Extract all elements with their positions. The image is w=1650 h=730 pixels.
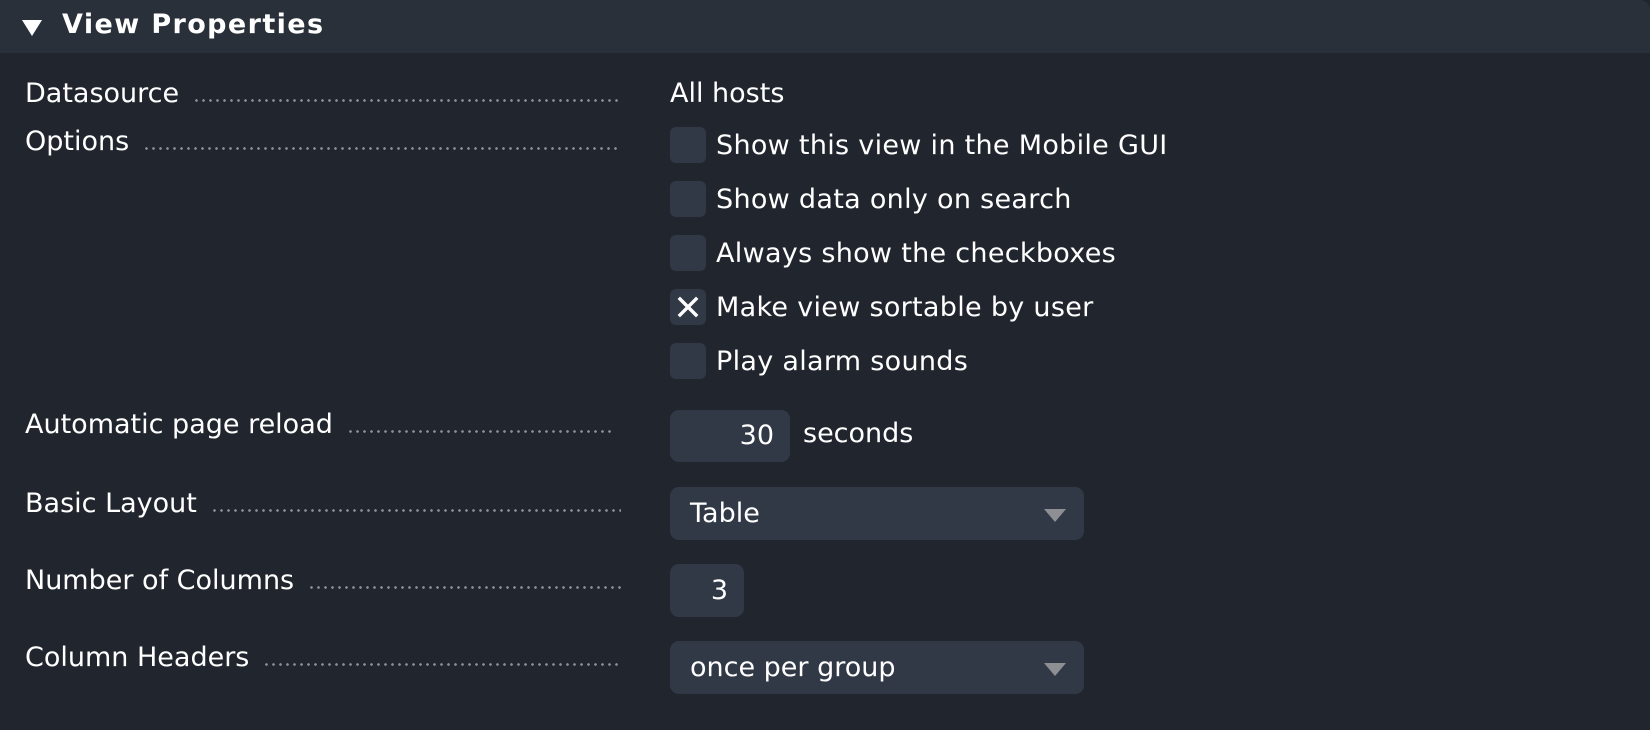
checkbox-box[interactable] — [670, 127, 706, 163]
view-properties-panel: View Properties Datasource All hosts Opt… — [0, 0, 1650, 730]
column-headers-label-row: Column Headers — [25, 642, 621, 673]
checkbox-mobile-gui[interactable]: Show this view in the Mobile GUI — [670, 127, 1168, 163]
triangle-down-icon[interactable] — [22, 20, 42, 36]
reload-label: Automatic page reload — [25, 409, 333, 440]
checkbox-data-on-search[interactable]: Show data only on search — [670, 181, 1072, 217]
datasource-label: Datasource — [25, 78, 180, 109]
reload-seconds-input[interactable]: 30 — [670, 410, 790, 462]
section-title: View Properties — [62, 9, 325, 40]
number-of-columns-input[interactable]: 3 — [670, 564, 744, 617]
reload-label-row: Automatic page reload — [25, 409, 615, 440]
dropdown-arrow-icon — [1044, 663, 1066, 676]
columns-label: Number of Columns — [25, 565, 295, 596]
checkbox-label: Show this view in the Mobile GUI — [716, 129, 1168, 161]
column-headers-select[interactable]: once per group — [670, 641, 1084, 694]
dropdown-arrow-icon — [1044, 509, 1066, 522]
checkbox-box[interactable] — [670, 289, 706, 325]
checkbox-sortable-by-user[interactable]: Make view sortable by user — [670, 289, 1094, 325]
checkbox-label: Make view sortable by user — [716, 291, 1094, 323]
dotted-leader — [193, 99, 621, 102]
checkbox-always-show-checkboxes[interactable]: Always show the checkboxes — [670, 235, 1116, 271]
basic-layout-value: Table — [690, 498, 760, 529]
column-headers-label: Column Headers — [25, 642, 250, 673]
checkbox-alarm-sounds[interactable]: Play alarm sounds — [670, 343, 968, 379]
checkbox-box[interactable] — [670, 343, 706, 379]
checkbox-label: Show data only on search — [716, 183, 1072, 215]
dotted-leader — [346, 430, 615, 433]
checkbox-box[interactable] — [670, 181, 706, 217]
dotted-leader — [210, 509, 621, 512]
dotted-leader — [143, 147, 621, 150]
dotted-leader — [263, 663, 621, 666]
section-header[interactable]: View Properties — [0, 0, 1650, 53]
datasource-label-row: Datasource — [25, 78, 621, 109]
checkbox-box[interactable] — [670, 235, 706, 271]
layout-label: Basic Layout — [25, 488, 197, 519]
x-check-icon — [677, 296, 699, 318]
reload-unit: seconds — [803, 418, 914, 449]
datasource-value: All hosts — [670, 78, 785, 109]
layout-label-row: Basic Layout — [25, 488, 621, 519]
options-label: Options — [25, 126, 130, 157]
options-label-row: Options — [25, 126, 621, 157]
dotted-leader — [308, 586, 621, 589]
checkbox-label: Always show the checkboxes — [716, 237, 1116, 269]
column-headers-value: once per group — [690, 652, 896, 683]
columns-label-row: Number of Columns — [25, 565, 621, 596]
checkbox-label: Play alarm sounds — [716, 345, 969, 377]
basic-layout-select[interactable]: Table — [670, 487, 1084, 540]
